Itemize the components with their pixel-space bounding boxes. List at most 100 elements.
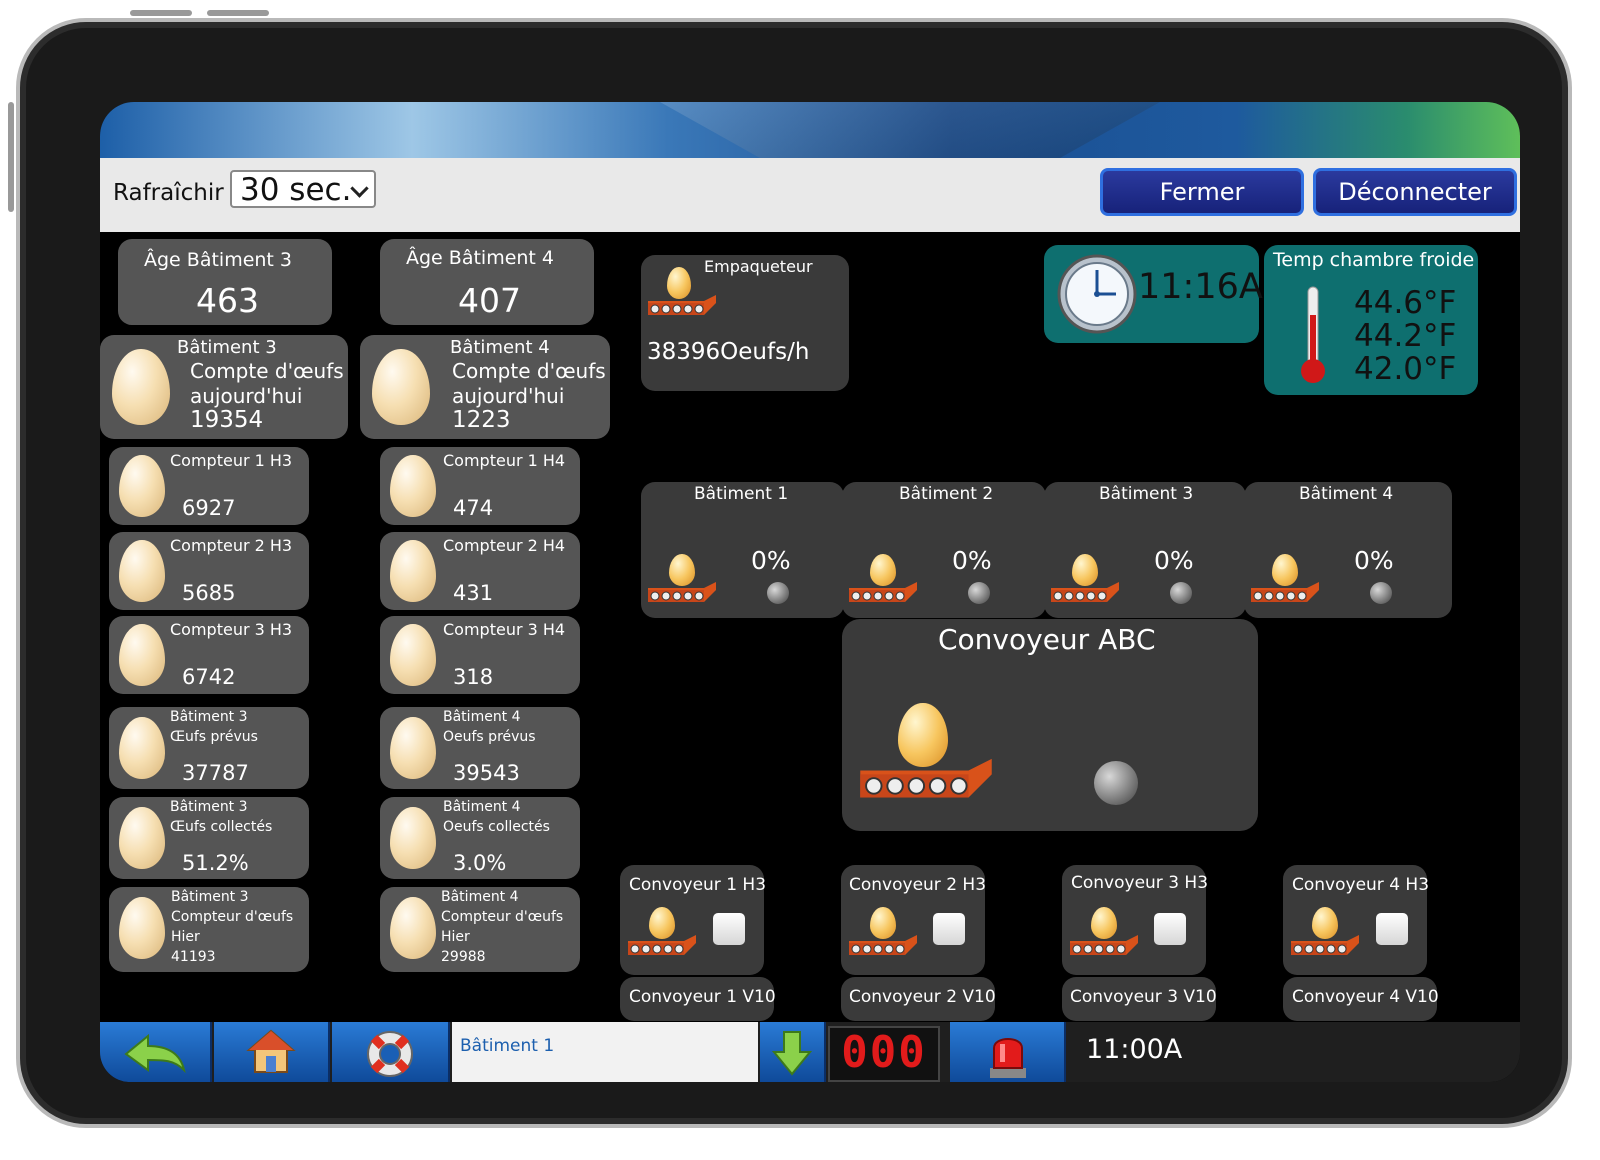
alarm-counter: 000 [828, 1026, 940, 1082]
conveyor-1-v10-tile[interactable]: Convoyeur 1 V10 [620, 977, 776, 1021]
counter-value: 318 [453, 665, 494, 689]
counter-value: 6742 [182, 665, 236, 689]
count-today-title: Bâtiment 3 [177, 337, 277, 358]
conveyor-belt-icon [860, 758, 992, 798]
stat-title: Bâtiment 4 [443, 709, 521, 725]
egg-icon [390, 807, 436, 869]
clock-panel: 11:16A [1044, 245, 1263, 343]
packer-value: 38396Oeufs/h [647, 339, 810, 365]
stat-value: 29988 [441, 949, 486, 965]
status-led [767, 582, 789, 604]
building-percent: 0% [1154, 546, 1194, 575]
conveyor-title: Convoyeur 1 H3 [629, 875, 767, 895]
conveyor-title: Convoyeur 3 H3 [1071, 873, 1209, 893]
screen: Rafraîchir 30 sec. Fermer Déconnecter Âg… [100, 102, 1520, 1082]
counter-label: Compteur 2 H3 [170, 536, 293, 555]
building-4-tile[interactable]: Bâtiment 4 0% [1244, 482, 1452, 618]
counter-value: 474 [453, 496, 494, 520]
device-button [207, 10, 269, 16]
stat-value: 3.0% [453, 851, 507, 875]
device-button [130, 10, 192, 16]
conveyor-belt-icon [849, 935, 917, 955]
building-percent: 0% [751, 546, 791, 575]
stat-value: 41193 [171, 949, 216, 965]
egg-icon [119, 897, 165, 959]
conveyor-sub-title: Convoyeur 2 V10 [849, 987, 996, 1007]
stat-label: Oeufs prévus [443, 729, 536, 745]
counter-2-h4: Compteur 2 H4 431 [380, 532, 580, 610]
home-icon [246, 1029, 296, 1073]
download-button[interactable] [760, 1022, 826, 1082]
counter-1-h4: Compteur 1 H4 474 [380, 447, 580, 525]
refresh-select[interactable]: 30 sec. [230, 170, 376, 208]
conveyor-belt-icon [1251, 582, 1319, 602]
egg-icon [390, 455, 436, 517]
stat-title: Bâtiment 4 [441, 889, 519, 905]
status-message: Bâtiment 1 [452, 1022, 758, 1082]
count-today-building-4: Bâtiment 4 Compte d'œufs aujourd'hui 122… [360, 335, 610, 439]
egg-icon [390, 540, 436, 602]
building-title: Bâtiment 1 [694, 484, 789, 504]
conveyor-4-h3-tile[interactable]: Convoyeur 4 H3 [1283, 865, 1429, 975]
conveyor-3-h3-tile[interactable]: Convoyeur 3 H3 [1062, 865, 1209, 975]
counter-3-h3: Compteur 3 H3 6742 [109, 616, 309, 694]
status-indicator [1376, 913, 1408, 945]
status-led [1370, 582, 1392, 604]
conveyor-3-v10-tile[interactable]: Convoyeur 3 V10 [1062, 977, 1217, 1021]
bottom-navigation-bar: Bâtiment 1 000 11:00A [100, 1022, 1520, 1082]
cold-room-panel: Temp chambre froide 44.6°F 44.2°F 42.0°F [1264, 245, 1478, 395]
back-button[interactable] [100, 1022, 212, 1082]
main-conveyor-panel[interactable]: Convoyeur ABC [842, 619, 1258, 831]
home-button[interactable] [214, 1022, 330, 1082]
help-button[interactable] [332, 1022, 450, 1082]
planned-eggs-h3: Bâtiment 3 Œufs prévus 37787 [109, 707, 309, 789]
close-button[interactable]: Fermer [1100, 168, 1304, 216]
conveyor-belt-icon [1051, 582, 1119, 602]
building-3-tile[interactable]: Bâtiment 3 0% [1044, 482, 1246, 618]
conveyor-belt-icon [648, 582, 716, 602]
counter-value: 6927 [182, 496, 236, 520]
building-2-tile[interactable]: Bâtiment 2 0% [842, 482, 1046, 618]
stat-title: Bâtiment 4 [443, 799, 521, 815]
toolbar: Rafraîchir 30 sec. Fermer Déconnecter [100, 158, 1520, 232]
counter-label: Compteur 1 H4 [443, 451, 566, 470]
status-indicator [713, 913, 745, 945]
age-value: 463 [196, 281, 259, 320]
building-1-tile[interactable]: Bâtiment 1 0% [641, 482, 844, 618]
building-title: Bâtiment 2 [899, 484, 994, 504]
count-today-label: aujourd'hui [452, 384, 565, 408]
cold-room-title: Temp chambre froide [1273, 249, 1475, 271]
yesterday-count-h3: Bâtiment 3 Compteur d'œufs Hier 41193 [109, 887, 309, 972]
egg-icon [119, 540, 165, 602]
counter-value: 5685 [182, 581, 236, 605]
logout-button[interactable]: Déconnecter [1313, 168, 1517, 216]
egg-icon [119, 807, 165, 869]
conveyor-2-v10-tile[interactable]: Convoyeur 2 V10 [841, 977, 996, 1021]
conveyor-2-h3-tile[interactable]: Convoyeur 2 H3 [841, 865, 986, 975]
counter-label: Compteur 3 H3 [170, 620, 293, 639]
refresh-label: Rafraîchir [113, 180, 224, 206]
count-today-label: aujourd'hui [190, 384, 303, 408]
status-indicator [933, 913, 965, 945]
egg-icon [112, 349, 170, 425]
egg-icon [372, 349, 430, 425]
conveyor-4-v10-tile[interactable]: Convoyeur 4 V10 [1283, 977, 1439, 1021]
age-title: Âge Bâtiment 4 [406, 247, 555, 269]
conveyor-belt-icon [1070, 935, 1138, 955]
conveyor-1-h3-tile[interactable]: Convoyeur 1 H3 [620, 865, 767, 975]
counter-2-h3: Compteur 2 H3 5685 [109, 532, 309, 610]
bottom-time: 11:00A [1086, 1034, 1183, 1065]
building-percent: 0% [952, 546, 992, 575]
alarm-button[interactable] [950, 1022, 1066, 1082]
conveyor-belt-icon [1291, 935, 1359, 955]
count-today-title: Bâtiment 4 [450, 337, 550, 358]
count-today-value: 19354 [190, 407, 264, 433]
age-building-3: Âge Bâtiment 3 463 [118, 239, 332, 325]
packer-title: Empaqueteur [704, 257, 813, 276]
planned-eggs-h4: Bâtiment 4 Oeufs prévus 39543 [380, 707, 580, 789]
egg-icon [390, 624, 436, 686]
stat-value: 37787 [182, 761, 249, 785]
building-percent: 0% [1354, 546, 1394, 575]
building-title: Bâtiment 3 [1099, 484, 1194, 504]
stat-sublabel: Hier [171, 929, 200, 945]
